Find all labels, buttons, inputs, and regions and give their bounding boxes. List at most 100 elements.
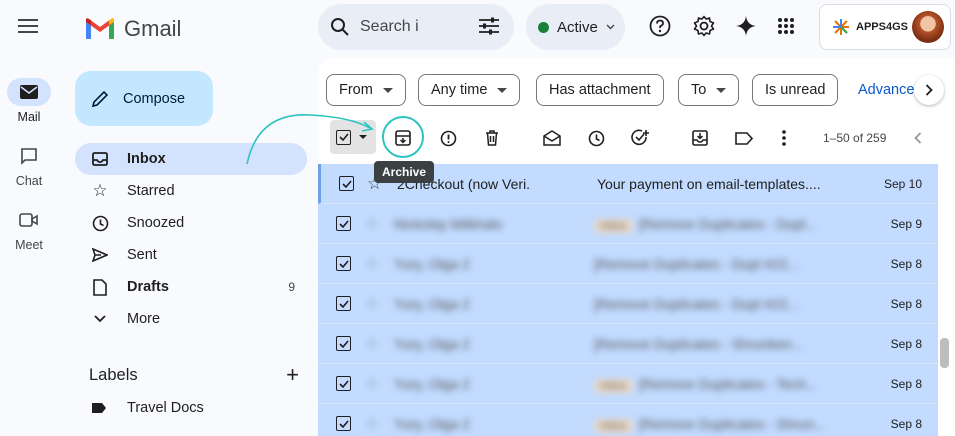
- archive-button[interactable]: [391, 126, 415, 150]
- draft-icon: [93, 278, 107, 296]
- send-icon: [92, 248, 108, 262]
- status-selector[interactable]: Active: [526, 4, 625, 50]
- sidebar-item-more[interactable]: More: [75, 303, 307, 335]
- row-checkbox[interactable]: [336, 216, 351, 231]
- snooze-button[interactable]: [584, 126, 608, 150]
- sidebar-item-label: Starred: [127, 183, 175, 199]
- delete-button[interactable]: [480, 126, 504, 150]
- labels-header: Labels +: [89, 362, 299, 388]
- more-vert-icon: [782, 130, 786, 146]
- main-menu-button[interactable]: [14, 12, 42, 40]
- report-icon: [440, 130, 456, 146]
- advanced-search-link[interactable]: Advance: [858, 82, 914, 98]
- archive-tooltip: Archive: [374, 161, 435, 183]
- email-subject-text: Your payment on email-templates....: [597, 176, 821, 192]
- filter-is-unread-chip[interactable]: Is unread: [752, 74, 839, 106]
- sidebar-nav: Inbox ☆ Starred Snoozed Sent Drafts 9 Mo…: [75, 143, 307, 335]
- email-sender: Yury, Olga 2: [394, 296, 471, 312]
- filter-to-chip[interactable]: To: [678, 74, 740, 106]
- chip-label: From: [339, 82, 373, 98]
- sidebar-item-inbox[interactable]: Inbox: [75, 143, 307, 175]
- table-row[interactable]: ☆ Yury, Olga 2 [Remove Duplicates - Dupl #…: [318, 244, 938, 284]
- email-date: Sep 8: [890, 257, 922, 271]
- email-subject: [Remove Duplicates - Shrunken...: [594, 336, 854, 352]
- label-outline-icon: [735, 131, 753, 145]
- table-row[interactable]: ☆ Yury, Olga 2 [Remove Duplicates - Shrunk…: [318, 324, 938, 364]
- label-name: Travel Docs: [127, 400, 204, 416]
- more-actions-button[interactable]: [772, 126, 796, 150]
- row-checkbox[interactable]: [336, 296, 351, 311]
- row-checkbox[interactable]: [336, 336, 351, 351]
- search-icon: [331, 18, 349, 36]
- inbox-tag: Inbox: [594, 219, 633, 233]
- star-icon[interactable]: ☆: [364, 334, 379, 354]
- filter-any-time-chip[interactable]: Any time: [418, 74, 521, 106]
- newer-page-button[interactable]: [906, 126, 930, 150]
- inbox-tag: Inbox: [594, 419, 633, 433]
- filter-from-chip[interactable]: From: [326, 74, 406, 106]
- search-options-icon[interactable]: [478, 16, 500, 36]
- table-row[interactable]: ☆ Yury, Olga 2 [Remove Duplicates - Dupl #…: [318, 284, 938, 324]
- avatar[interactable]: [912, 11, 944, 43]
- move-to-button[interactable]: [688, 126, 712, 150]
- star-icon[interactable]: ☆: [364, 374, 379, 394]
- sidebar-item-snoozed[interactable]: Snoozed: [75, 207, 307, 239]
- inbox-tag: Inbox: [594, 379, 633, 393]
- email-subject: [Remove Duplicates - Dupl #22...: [594, 296, 854, 312]
- email-sender: Yury, Olga 2: [394, 416, 471, 432]
- add-to-tasks-button[interactable]: [628, 126, 652, 150]
- star-icon[interactable]: ☆: [364, 294, 379, 314]
- status-dot: [538, 21, 549, 33]
- rail-chat[interactable]: Chat: [0, 142, 58, 188]
- clock-icon: [588, 130, 604, 146]
- row-checkbox[interactable]: [336, 256, 351, 271]
- rail-meet[interactable]: Meet: [0, 206, 58, 252]
- row-checkbox[interactable]: [336, 376, 351, 391]
- star-icon[interactable]: ☆: [364, 254, 379, 274]
- support-button[interactable]: [647, 13, 673, 39]
- labels-button[interactable]: [732, 126, 756, 150]
- add-label-icon[interactable]: +: [286, 362, 299, 388]
- mark-as-read-button[interactable]: [540, 126, 564, 150]
- chip-label: Has attachment: [549, 82, 651, 98]
- checkbox-checked-icon: [336, 129, 351, 145]
- chevron-down-icon: [606, 24, 615, 30]
- report-spam-button[interactable]: [436, 126, 460, 150]
- email-subject: Your payment on email-templates....: [597, 176, 857, 192]
- search-bar[interactable]: Search i: [318, 4, 514, 50]
- sidebar-item-starred[interactable]: ☆ Starred: [75, 175, 307, 207]
- email-subject: Inbox [Remove Duplicates - Dupl...: [594, 216, 854, 233]
- row-checkbox[interactable]: [336, 416, 351, 431]
- compose-label: Compose: [123, 90, 186, 107]
- sidebar-item-label: Drafts: [127, 279, 169, 295]
- sidebar-item-label: Snoozed: [127, 215, 185, 231]
- table-row[interactable]: ☆ Yury, Olga 2 Inbox [Remove Duplicates - S…: [318, 404, 938, 436]
- star-icon[interactable]: ☆: [364, 214, 379, 234]
- pencil-icon: [91, 90, 109, 107]
- select-all-checkbox[interactable]: [330, 120, 376, 154]
- apps-button[interactable]: [773, 13, 799, 39]
- label-travel-docs[interactable]: Travel Docs: [91, 400, 204, 416]
- sidebar-item-label: Inbox: [127, 151, 166, 167]
- chips-scroll-right-button[interactable]: [914, 75, 944, 105]
- sidebar-item-sent[interactable]: Sent: [75, 239, 307, 271]
- meet-icon: [19, 213, 38, 227]
- gmail-logo[interactable]: Gmail: [84, 16, 181, 42]
- table-row[interactable]: ☆ Nickolay Milkhalo Inbox [Remove Duplicate…: [318, 204, 938, 244]
- row-checkbox[interactable]: [339, 176, 354, 191]
- gmail-logo-text: Gmail: [124, 16, 182, 41]
- star-icon[interactable]: ☆: [364, 414, 379, 434]
- status-label: Active: [557, 18, 598, 36]
- sidebar-item-drafts[interactable]: Drafts 9: [75, 271, 307, 303]
- rail-mail[interactable]: Mail: [0, 78, 58, 124]
- account-switcher[interactable]: APPS4GS: [819, 4, 951, 50]
- table-row[interactable]: ☆ Yury, Olga 2 Inbox [Remove Duplicates - T…: [318, 364, 938, 404]
- chip-label: To: [691, 82, 707, 98]
- filter-has-attachment-chip[interactable]: Has attachment: [536, 74, 664, 106]
- search-input[interactable]: Search i: [360, 18, 419, 36]
- scrollbar-thumb[interactable]: [940, 338, 949, 368]
- compose-button[interactable]: Compose: [75, 71, 213, 126]
- settings-button[interactable]: [691, 13, 717, 39]
- caret-down-icon: [716, 87, 727, 93]
- gemini-button[interactable]: [733, 13, 759, 39]
